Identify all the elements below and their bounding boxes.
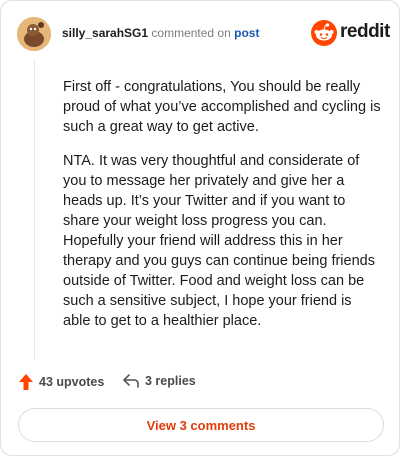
username-link[interactable]: silly_sarahSG1 [62,26,148,40]
comment-card: silly_sarahSG1 commented on post reddit … [0,0,400,456]
upvote-button[interactable]: 43 upvotes [19,374,104,390]
comment-paragraph: First off - congratulations, You should … [63,79,381,135]
reddit-snoo-icon [311,20,337,46]
comment-meta: silly_sarahSG1 commented on post [62,26,259,40]
avatar[interactable] [17,17,51,51]
reddit-wordmark: reddit [340,21,390,42]
comment-body: First off - congratulations, You should … [63,77,381,345]
comment-header: silly_sarahSG1 commented on post reddit [17,17,390,51]
reply-arrow-icon [123,374,139,388]
post-link[interactable]: post [234,26,259,40]
thread-line [34,59,35,359]
view-comments-button[interactable]: View 3 comments [18,408,384,442]
commented-on-text: commented on [151,26,231,40]
reddit-logo[interactable]: reddit [311,20,390,46]
upvote-arrow-icon [19,374,33,390]
upvote-count: 43 upvotes [39,375,105,389]
comment-actions: 43 upvotes 3 replies [19,374,379,394]
reply-count: 3 replies [145,374,196,388]
replies-button[interactable]: 3 replies [123,374,196,388]
comment-paragraph: NTA. It was very thoughtful and consider… [63,153,375,329]
